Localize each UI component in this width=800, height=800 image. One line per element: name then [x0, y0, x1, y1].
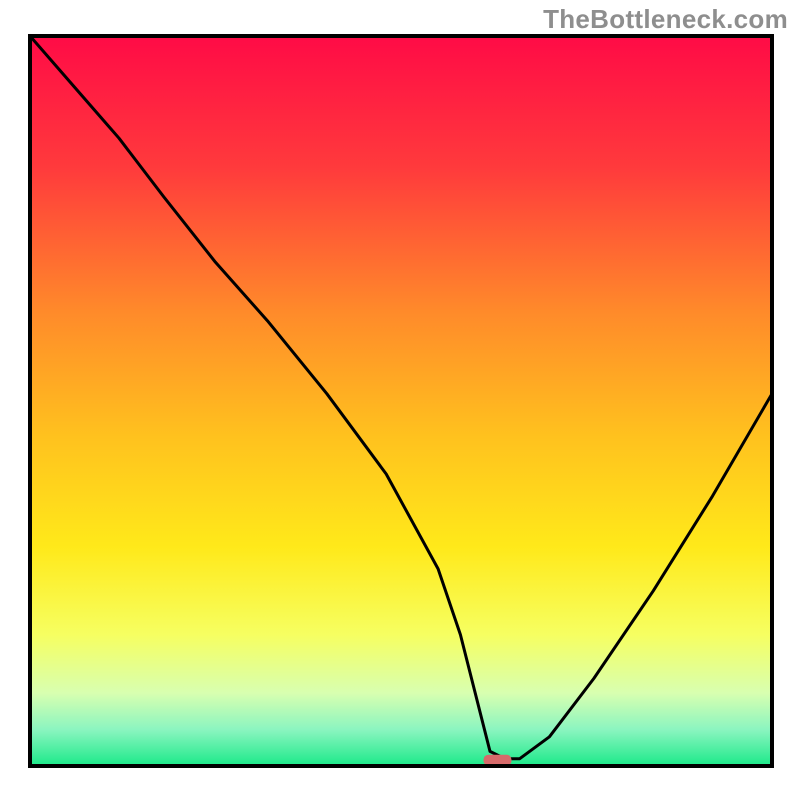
gradient-background	[30, 36, 772, 766]
bottleneck-chart	[0, 0, 800, 800]
plot-area	[30, 36, 772, 766]
chart-container: TheBottleneck.com	[0, 0, 800, 800]
watermark-text: TheBottleneck.com	[543, 4, 788, 35]
